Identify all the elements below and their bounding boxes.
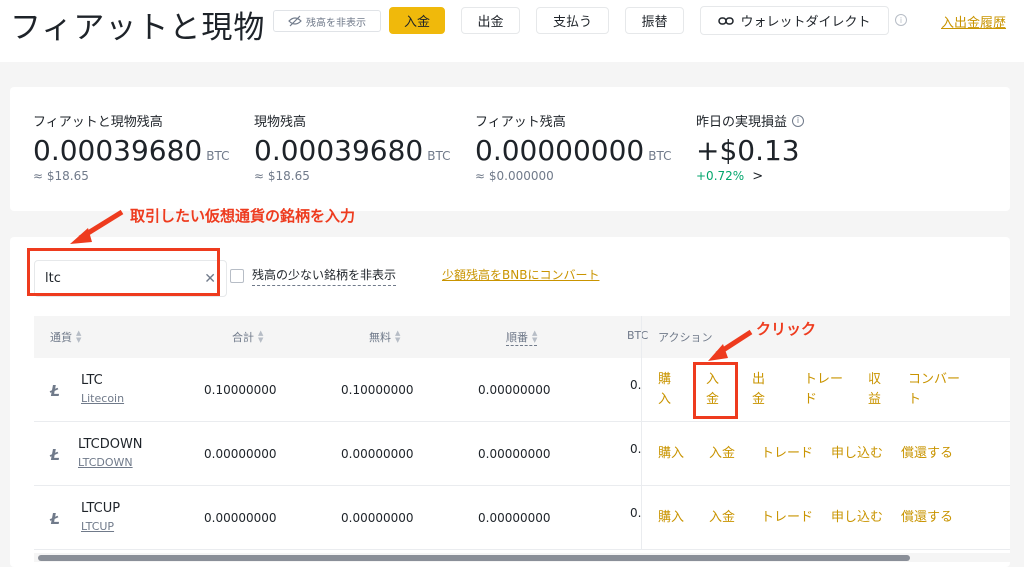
info-icon[interactable]: i — [895, 14, 907, 26]
table-row: Ł LTCUP LTCUP 0.00000000 0.00000000 0.00… — [34, 486, 1010, 550]
col-free[interactable]: 無料 ▲ ▼ — [369, 329, 400, 345]
balance-usd: ≈ $18.65 — [33, 169, 89, 183]
ltcdown-icon: Ł — [50, 446, 60, 464]
balance-label: フィアットと現物残高 — [33, 115, 163, 130]
cell-btc: 0. — [630, 378, 642, 392]
table-row: Ł LTCDOWN LTCDOWN 0.00000000 0.00000000 … — [34, 422, 1010, 486]
convert-to-bnb-link[interactable]: 少額残高をBNBにコンバート — [442, 266, 599, 283]
balance-usd: ≈ $0.000000 — [475, 169, 554, 183]
link-icon — [718, 16, 735, 25]
pnl-change[interactable]: +0.72% > — [696, 169, 804, 184]
balance-label: 昨日の実現損益 i — [696, 111, 805, 130]
cell-free: 0.00000000 — [341, 511, 414, 525]
sort-icon: ▲ ▼ — [76, 329, 82, 344]
pnl-value: +$0.13 — [696, 134, 800, 167]
balance-fiat: フィアット残高 0.00000000 BTC ≈ $0.000000 — [475, 111, 671, 183]
cell-btc: 0. — [630, 442, 642, 456]
asset-table: 通貨 ▲ ▼ 合計 ▲ ▼ 無料 ▲ ▼ 順番 ▲ ▼ BTC アクション Ł LTC Lite… — [34, 316, 1010, 550]
deposit-action[interactable]: 入金 — [709, 508, 735, 528]
coin-name-link[interactable]: Litecoin — [81, 392, 124, 405]
coin-name-link[interactable]: LTCUP — [81, 520, 114, 533]
page-title: フィアットと現物 — [10, 10, 266, 46]
deposit-withdraw-history-link[interactable]: 入出金履歴 — [941, 12, 1006, 31]
cell-free: 0.10000000 — [341, 383, 414, 397]
cell-order: 0.00000000 — [478, 447, 551, 461]
hide-small-balances-toggle[interactable]: 残高の少ない銘柄を非表示 — [230, 266, 397, 286]
ltcup-icon: Ł — [50, 510, 60, 528]
chevron-right-icon: > — [752, 169, 764, 184]
pay-button[interactable]: 支払う — [536, 7, 609, 34]
sort-icon: ▲ ▼ — [395, 329, 401, 344]
wallet-direct-label: ウォレットダイレクト — [740, 15, 871, 30]
balance-summary-card: フィアットと現物残高 0.00039680 BTC ≈ $18.65 現物残高 0… — [10, 87, 1010, 211]
click-hint-text: クリック — [756, 320, 817, 338]
trade-action[interactable]: トレード — [761, 444, 813, 464]
divider — [641, 486, 642, 549]
buy-action[interactable]: 購入 — [658, 444, 684, 464]
coin-symbol: LTC — [81, 373, 103, 388]
coin-name-link[interactable]: LTCDOWN — [78, 456, 133, 469]
col-currency[interactable]: 通貨 ▲ ▼ — [50, 329, 81, 345]
balance-value: 0.00039680 BTC — [33, 134, 230, 167]
info-icon[interactable]: i — [792, 114, 805, 127]
cell-free: 0.00000000 — [341, 447, 414, 461]
sort-icon: ▲ ▼ — [532, 329, 538, 344]
deposit-action[interactable]: 入金 — [709, 444, 735, 464]
cell-order: 0.00000000 — [478, 383, 551, 397]
coin-symbol: LTCUP — [81, 501, 121, 516]
cell-total: 0.00000000 — [204, 447, 277, 461]
deposit-button[interactable]: 入金 — [389, 7, 445, 34]
coin-symbol: LTCDOWN — [78, 437, 143, 452]
cell-total: 0.00000000 — [204, 511, 277, 525]
search-highlight-box — [27, 248, 220, 296]
hide-small-checkbox[interactable] — [230, 269, 244, 283]
col-action: アクション — [641, 316, 1010, 358]
balance-usd: ≈ $18.65 — [254, 169, 310, 183]
col-total[interactable]: 合計 ▲ ▼ — [232, 329, 263, 345]
hide-balance-button[interactable]: 残高を非表示 — [273, 10, 381, 32]
cell-order: 0.00000000 — [478, 511, 551, 525]
subscribe-action[interactable]: 申し込む — [831, 444, 883, 464]
trade-action[interactable]: トレード — [804, 370, 848, 410]
litecoin-icon: Ł — [50, 382, 60, 400]
balance-label: 現物残高 — [254, 115, 307, 130]
buy-action[interactable]: 購入 — [658, 370, 674, 410]
divider — [641, 422, 642, 485]
subscribe-action[interactable]: 申し込む — [831, 508, 883, 528]
balance-total: フィアットと現物残高 0.00039680 BTC ≈ $18.65 — [33, 111, 229, 183]
table-row: Ł LTC Litecoin 0.10000000 0.10000000 0.0… — [34, 358, 1010, 422]
balance-value: 0.00000000 BTC — [475, 134, 672, 167]
hide-small-label: 残高の少ない銘柄を非表示 — [252, 266, 397, 286]
redeem-action[interactable]: 償還する — [901, 508, 953, 528]
divider — [641, 358, 642, 421]
balance-pnl: 昨日の実現損益 i +$0.13 +0.72% > — [696, 111, 805, 184]
search-hint-text: 取引したい仮想通貨の銘柄を入力 — [130, 207, 356, 225]
convert-action[interactable]: コンバート — [908, 370, 964, 410]
balance-spot: 現物残高 0.00039680 BTC ≈ $18.65 — [254, 111, 450, 183]
withdraw-button[interactable]: 出金 — [461, 7, 520, 34]
balance-value: 0.00039680 BTC — [254, 134, 451, 167]
wallet-direct-button[interactable]: ウォレットダイレクト — [700, 6, 889, 35]
deposit-highlight-box — [693, 362, 738, 419]
buy-action[interactable]: 購入 — [658, 508, 684, 528]
hide-balance-label: 残高を非表示 — [306, 17, 366, 29]
trade-action[interactable]: トレード — [761, 508, 813, 528]
horizontal-scrollbar-thumb[interactable] — [38, 555, 910, 561]
redeem-action[interactable]: 償還する — [901, 444, 953, 464]
withdraw-action[interactable]: 出金 — [752, 370, 768, 410]
page-header: フィアットと現物 残高を非表示 入金 出金 支払う 振替 ウォレットダイレクト … — [0, 0, 1024, 62]
eye-off-icon — [288, 15, 302, 27]
transfer-button[interactable]: 振替 — [625, 7, 684, 34]
earn-action[interactable]: 収益 — [868, 370, 884, 410]
cell-btc: 0. — [630, 506, 642, 520]
arrow-icon — [708, 329, 753, 361]
arrow-icon — [70, 209, 124, 244]
table-header: 通貨 ▲ ▼ 合計 ▲ ▼ 無料 ▲ ▼ 順番 ▲ ▼ BTC アクション — [34, 316, 1010, 358]
col-order[interactable]: 順番 ▲ ▼ — [506, 329, 538, 346]
balance-label: フィアット残高 — [475, 115, 566, 130]
sort-icon: ▲ ▼ — [258, 329, 264, 344]
cell-total: 0.10000000 — [204, 383, 277, 397]
